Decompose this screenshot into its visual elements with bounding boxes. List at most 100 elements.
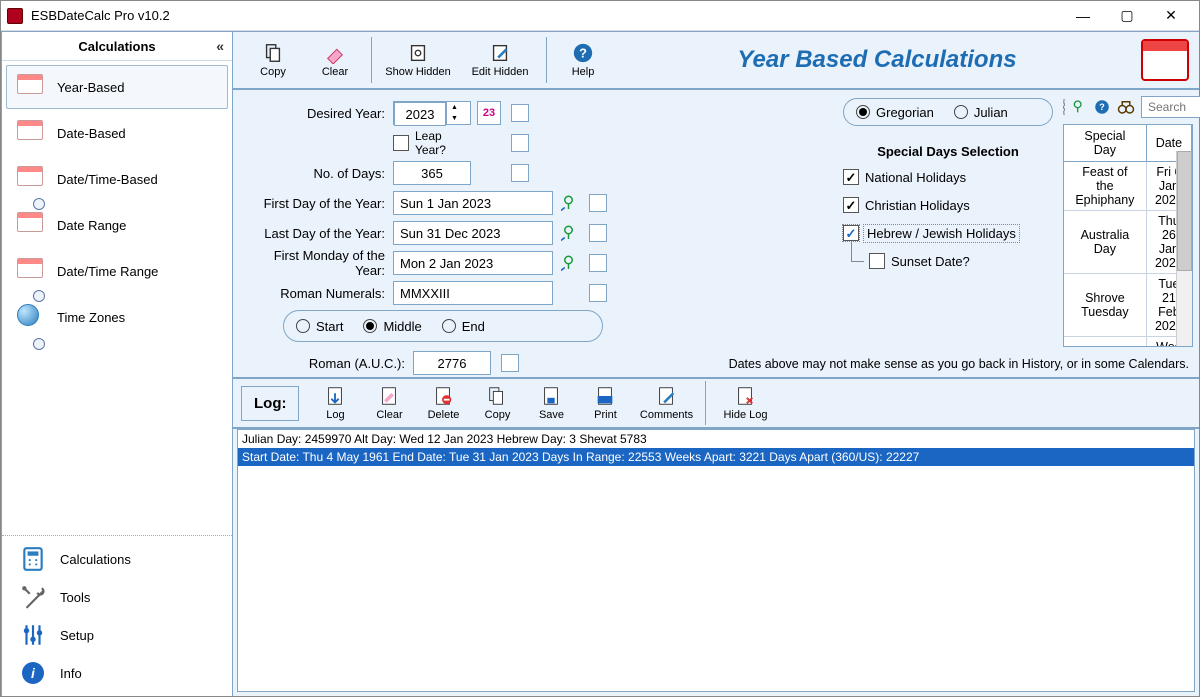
search-pin-icon[interactable] — [1071, 98, 1087, 116]
help-button[interactable]: ? Help — [553, 35, 613, 85]
log-comments-button[interactable]: Comments — [633, 379, 699, 427]
pin-first-monday-icon[interactable] — [561, 254, 579, 272]
pin-first-day-icon[interactable] — [561, 194, 579, 212]
toggle-first-monday[interactable] — [589, 254, 607, 272]
leap-year-checkbox[interactable] — [393, 135, 409, 151]
window-title: ESBDateCalc Pro v10.2 — [31, 8, 1061, 23]
log-print-icon — [594, 385, 616, 407]
info-icon: i — [20, 660, 46, 686]
toolbar: Copy Clear Show Hidden Edit Hidden ? — [233, 32, 1199, 90]
tools-icon — [20, 584, 46, 610]
app-icon — [7, 8, 23, 24]
help-icon: ? — [572, 42, 594, 64]
binoculars-icon[interactable] — [1117, 98, 1135, 116]
table-scrollbar[interactable] — [1176, 151, 1192, 346]
search-reset-icon[interactable] — [1063, 98, 1065, 116]
toggle-no-days[interactable] — [511, 164, 529, 182]
maximize-button[interactable]: ▢ — [1105, 2, 1149, 30]
sidebar-header: Calculations « — [2, 32, 232, 60]
sidebar-item-date-based[interactable]: Date-Based — [6, 111, 228, 155]
sidebar-bottom-tools[interactable]: Tools — [2, 578, 232, 616]
desired-year-input[interactable]: ▲▼ — [393, 101, 471, 125]
log-comments-icon — [655, 385, 677, 407]
hebrew-holidays-checkbox[interactable] — [843, 225, 859, 241]
close-button[interactable]: ✕ — [1149, 2, 1193, 30]
show-hidden-button[interactable]: Show Hidden — [378, 35, 458, 85]
calendar-type-selector: Gregorian Julian — [843, 98, 1053, 126]
roman-field[interactable] — [393, 281, 553, 305]
search-input[interactable] — [1141, 96, 1200, 118]
log-button[interactable]: Log — [309, 379, 361, 427]
calendar-picker-button[interactable]: 23 — [477, 101, 501, 125]
svg-text:?: ? — [579, 46, 587, 61]
log-line-1[interactable]: Julian Day: 2459970 Alt Day: Wed 12 Jan … — [238, 430, 1194, 448]
hide-log-icon — [734, 385, 756, 407]
log-copy-icon — [486, 385, 508, 407]
radio-start[interactable] — [296, 319, 310, 333]
log-clear-icon — [378, 385, 400, 407]
sidebar-bottom-setup[interactable]: Setup — [2, 616, 232, 654]
toggle-roman[interactable] — [589, 284, 607, 302]
collapse-sidebar-icon[interactable]: « — [216, 38, 224, 54]
clear-button[interactable]: Clear — [305, 35, 365, 85]
log-delete-button[interactable]: Delete — [417, 379, 469, 427]
last-day-field[interactable] — [393, 221, 553, 245]
special-days-header: Special Days Selection — [843, 144, 1053, 159]
setup-icon — [20, 622, 46, 648]
year-up[interactable]: ▲ — [447, 102, 462, 113]
sidebar-item-datetime-based[interactable]: Date/Time-Based — [6, 157, 228, 201]
calendar-icon — [17, 166, 43, 186]
toggle-last-day[interactable] — [589, 224, 607, 242]
log-icon — [324, 385, 346, 407]
toggle-leap-year[interactable] — [511, 134, 529, 152]
first-day-field[interactable] — [393, 191, 553, 215]
last-day-label: Last Day of the Year: — [243, 226, 393, 241]
leap-year-label: Leap Year? — [415, 129, 471, 157]
table-row[interactable]: Ash WednesdayWed 22 Feb 2023 — [1064, 337, 1192, 348]
radio-end[interactable] — [442, 319, 456, 333]
first-day-label: First Day of the Year: — [243, 196, 393, 211]
sunset-date-checkbox[interactable] — [869, 253, 885, 269]
col-special-day[interactable]: Special Day — [1064, 125, 1146, 162]
desired-year-label: Desired Year: — [243, 106, 393, 121]
year-down[interactable]: ▼ — [447, 113, 462, 124]
table-row[interactable]: Australia DayThu 26 Jan 2023 — [1064, 211, 1192, 274]
edit-hidden-button[interactable]: Edit Hidden — [460, 35, 540, 85]
roman-label: Roman Numerals: — [243, 286, 393, 301]
christian-holidays-checkbox[interactable] — [843, 197, 859, 213]
log-copy-button[interactable]: Copy — [471, 379, 523, 427]
toggle-desired-year[interactable] — [511, 104, 529, 122]
toggle-first-day[interactable] — [589, 194, 607, 212]
sidebar-bottom-calculations[interactable]: Calculations — [2, 540, 232, 578]
hide-log-button[interactable]: Hide Log — [712, 379, 778, 427]
globe-icon — [17, 304, 39, 326]
table-row[interactable]: Feast of the EphiphanyFri 6 Jan 2023 — [1064, 162, 1192, 211]
eraser-icon — [324, 42, 346, 64]
radio-gregorian[interactable] — [856, 105, 870, 119]
log-print-button[interactable]: Print — [579, 379, 631, 427]
sidebar-bottom-info[interactable]: i Info — [2, 654, 232, 692]
svg-text:?: ? — [1099, 102, 1105, 112]
search-help-icon[interactable]: ? — [1093, 98, 1111, 116]
clock-icon — [33, 338, 45, 350]
log-area[interactable]: Julian Day: 2459970 Alt Day: Wed 12 Jan … — [237, 429, 1195, 692]
sidebar-item-datetime-range[interactable]: Date/Time Range — [6, 249, 228, 293]
table-row[interactable]: Shrove TuesdayTue 21 Feb 2023 — [1064, 274, 1192, 337]
minimize-button[interactable]: — — [1061, 2, 1105, 30]
log-delete-icon — [432, 385, 454, 407]
log-toolbar: Log: Log Clear Delete Copy — [233, 377, 1199, 429]
pin-last-day-icon[interactable] — [561, 224, 579, 242]
no-days-field[interactable] — [393, 161, 471, 185]
log-line-2[interactable]: Start Date: Thu 4 May 1961 End Date: Tue… — [238, 448, 1194, 466]
copy-icon — [262, 42, 284, 64]
national-holidays-checkbox[interactable] — [843, 169, 859, 185]
first-monday-field[interactable] — [393, 251, 553, 275]
radio-middle[interactable] — [363, 319, 377, 333]
sidebar-item-year-based[interactable]: Year-Based — [6, 65, 228, 109]
log-save-button[interactable]: Save — [525, 379, 577, 427]
calendar-icon — [17, 212, 43, 232]
log-clear-button[interactable]: Clear — [363, 379, 415, 427]
page-title: Year Based Calculations — [615, 46, 1139, 74]
radio-julian[interactable] — [954, 105, 968, 119]
copy-button[interactable]: Copy — [243, 35, 303, 85]
